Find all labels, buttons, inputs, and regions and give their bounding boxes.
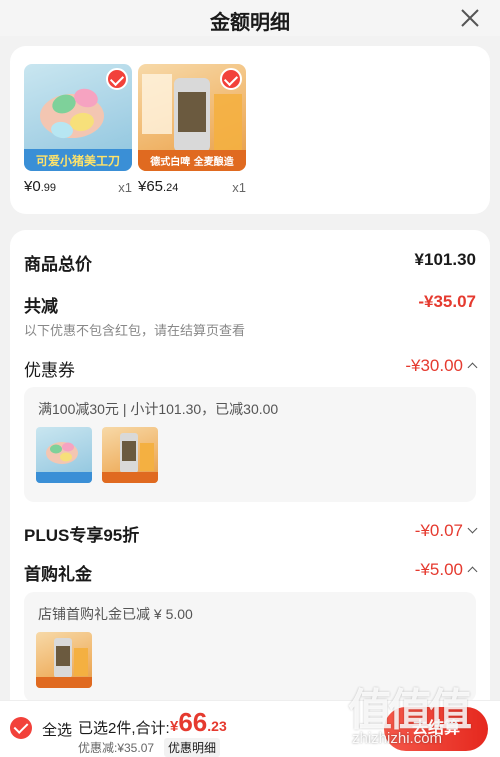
first-gift-label: 首购礼金 (24, 565, 92, 584)
close-icon[interactable] (458, 6, 482, 30)
first-gift-thumb-beer (36, 632, 92, 688)
reduce-value: -¥35.07 (418, 292, 476, 311)
chevron-down-icon[interactable] (467, 523, 478, 534)
select-all-label[interactable]: 全选 (42, 719, 72, 740)
total-price: ¥66.23 (170, 707, 227, 737)
product-check-icon[interactable] (220, 68, 242, 90)
products-card: 可爱小猪美工刀 ¥0.99 x1 德式白啤 全麦酿造 ¥65.24 x1 (10, 46, 490, 214)
product-image-beer[interactable]: 德式白啤 全麦酿造 (138, 64, 246, 171)
first-gift-desc: 店铺首购礼金已减 ¥ 5.00 (38, 606, 193, 622)
reduce-label: 共减 (24, 297, 58, 316)
product-qty: x1 (232, 180, 246, 195)
coupon-desc: 满100减30元 | 小计101.30，已减30.00 (38, 401, 279, 417)
header-bar: 金额明细 (0, 0, 500, 36)
product-check-icon[interactable] (106, 68, 128, 90)
product-price: ¥0.99 (24, 178, 56, 195)
watermark: 值值值 zhizhizhi.com (330, 672, 498, 752)
plus-value[interactable]: -¥0.07 (415, 521, 478, 541)
total-label: 商品总价 (24, 255, 92, 274)
plus-label: PLUS专享95折 (24, 526, 140, 545)
select-all-check-icon[interactable] (10, 717, 32, 739)
coupon-value[interactable]: -¥30.00 (405, 356, 478, 376)
discount-detail-link[interactable]: 优惠明细 (164, 738, 221, 757)
selected-count: 已选2件,合计: (78, 720, 170, 737)
cutter-image-label: 可爱小猪美工刀 (36, 153, 120, 168)
watermark-text: zhizhizhi.com (352, 730, 443, 747)
chevron-up-icon[interactable] (467, 566, 478, 577)
coupon-detail-box: 满100减30元 | 小计101.30，已减30.00 (24, 387, 476, 502)
chevron-up-icon[interactable] (467, 362, 478, 373)
watermark-logo-icon: 值值值 (348, 686, 472, 735)
page-title: 金额明细 (210, 12, 290, 34)
coupon-thumb-beer (102, 427, 158, 483)
product-image-cutter[interactable]: 可爱小猪美工刀 (24, 64, 132, 171)
first-gift-value[interactable]: -¥5.00 (415, 560, 478, 580)
discount-amount: 优惠减:¥35.07 (78, 741, 155, 755)
coupon-thumb-cutter (36, 427, 92, 483)
product-qty: x1 (118, 180, 132, 195)
total-value: ¥101.30 (414, 250, 476, 269)
coupon-label: 优惠券 (24, 361, 75, 380)
beer-image-label: 德式白啤 全麦酿造 (149, 155, 234, 168)
product-price: ¥65.24 (138, 178, 179, 195)
reduce-note: 以下优惠不包含红包，请在结算页查看 (24, 323, 246, 338)
